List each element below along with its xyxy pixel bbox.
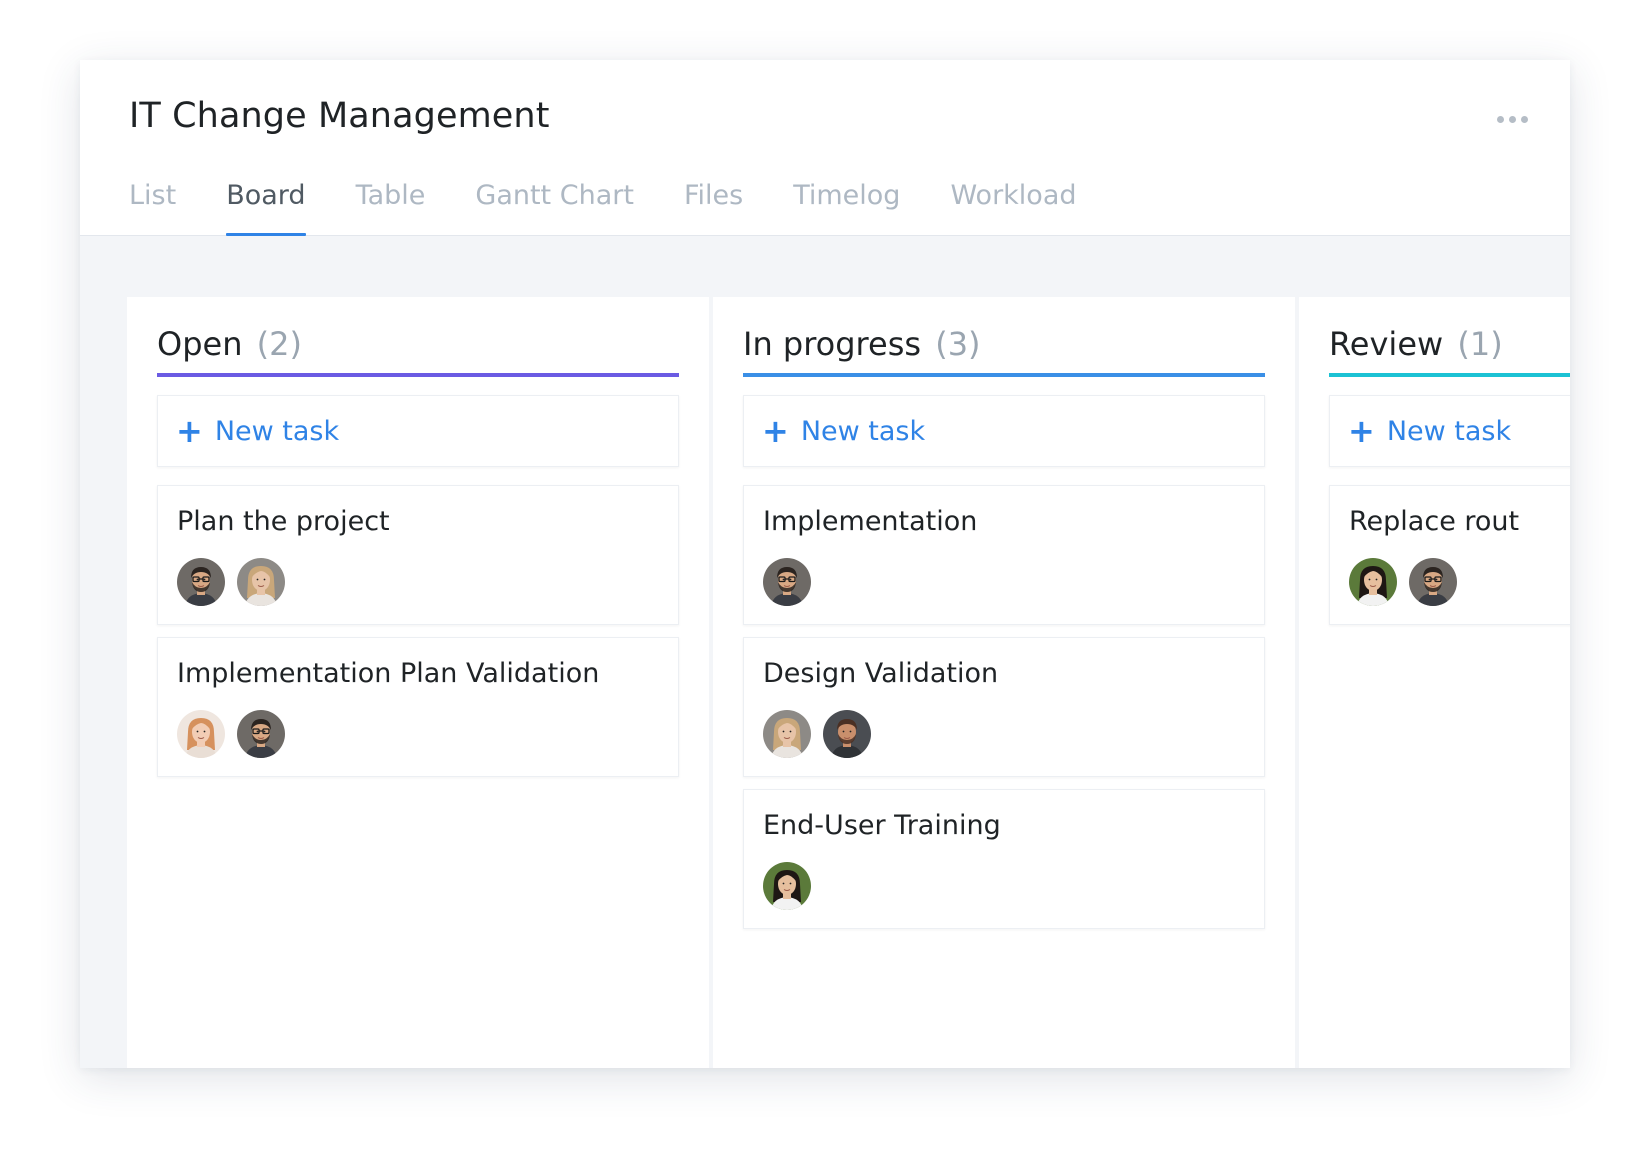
avatar[interactable] xyxy=(763,558,811,606)
avatar[interactable] xyxy=(763,710,811,758)
assignees xyxy=(1349,558,1457,606)
column-title: In progress xyxy=(743,325,922,363)
task-card[interactable]: Implementation xyxy=(743,485,1265,625)
column-open: Open (2) + New task Plan the project Imp… xyxy=(127,297,709,1068)
tab-table[interactable]: Table xyxy=(356,176,426,236)
new-task-label: New task xyxy=(800,415,926,447)
view-tabs: List Board Table Gantt Chart Files Timel… xyxy=(129,176,1127,236)
tab-list[interactable]: List xyxy=(129,176,176,236)
column-in-progress: In progress (3) + New task Implementatio… xyxy=(713,297,1295,1068)
project-header: IT Change Management List Board Table Ga… xyxy=(80,60,1570,236)
tab-gantt-chart[interactable]: Gantt Chart xyxy=(475,176,634,236)
assignees xyxy=(763,710,871,758)
dot xyxy=(1508,115,1516,123)
assignees xyxy=(177,710,285,758)
new-task-button[interactable]: + New task xyxy=(157,395,679,467)
task-card[interactable]: Plan the project xyxy=(157,485,679,625)
column-count: (3) xyxy=(935,325,981,363)
tab-timelog[interactable]: Timelog xyxy=(793,176,900,236)
task-card[interactable]: Design Validation xyxy=(743,637,1265,777)
column-review: Review (1) + New task Replace rout xyxy=(1299,297,1570,1068)
avatar[interactable] xyxy=(177,558,225,606)
avatar[interactable] xyxy=(1349,558,1397,606)
dot xyxy=(1520,115,1528,123)
task-card[interactable]: End-User Training xyxy=(743,789,1265,929)
avatar[interactable] xyxy=(1409,558,1457,606)
column-title: Open xyxy=(157,325,243,363)
column-header: Open (2) xyxy=(157,325,679,377)
avatar[interactable] xyxy=(237,558,285,606)
task-card[interactable]: Replace rout xyxy=(1329,485,1570,625)
task-title: Plan the project xyxy=(177,506,390,537)
tab-workload[interactable]: Workload xyxy=(950,176,1076,236)
task-card[interactable]: Implementation Plan Validation xyxy=(157,637,679,777)
task-title: Replace rout xyxy=(1349,506,1520,537)
avatar[interactable] xyxy=(237,710,285,758)
avatar[interactable] xyxy=(177,710,225,758)
column-title: Review xyxy=(1329,325,1444,363)
new-task-label: New task xyxy=(1386,415,1512,447)
column-header: Review (1) xyxy=(1329,325,1570,377)
tab-files[interactable]: Files xyxy=(684,176,743,236)
column-count: (1) xyxy=(1457,325,1503,363)
kanban-board: Open (2) + New task Plan the project Imp… xyxy=(80,237,1570,1068)
assignees xyxy=(177,558,285,606)
assignees xyxy=(763,862,811,910)
avatar[interactable] xyxy=(823,710,871,758)
plus-icon: + xyxy=(176,412,203,450)
new-task-button[interactable]: + New task xyxy=(1329,395,1570,467)
plus-icon: + xyxy=(762,412,789,450)
dot xyxy=(1496,115,1504,123)
plus-icon: + xyxy=(1348,412,1375,450)
task-title: Design Validation xyxy=(763,658,999,689)
new-task-label: New task xyxy=(214,415,340,447)
column-header: In progress (3) xyxy=(743,325,1265,377)
assignees xyxy=(763,558,811,606)
tab-board[interactable]: Board xyxy=(226,176,306,236)
app-window: IT Change Management List Board Table Ga… xyxy=(80,60,1570,1068)
task-title: Implementation xyxy=(763,506,978,537)
task-title: Implementation Plan Validation xyxy=(177,658,600,689)
more-options-icon[interactable] xyxy=(1494,112,1530,126)
avatar[interactable] xyxy=(763,862,811,910)
task-title: End-User Training xyxy=(763,810,1001,841)
page-title: IT Change Management xyxy=(129,96,550,136)
column-count: (2) xyxy=(256,325,302,363)
new-task-button[interactable]: + New task xyxy=(743,395,1265,467)
